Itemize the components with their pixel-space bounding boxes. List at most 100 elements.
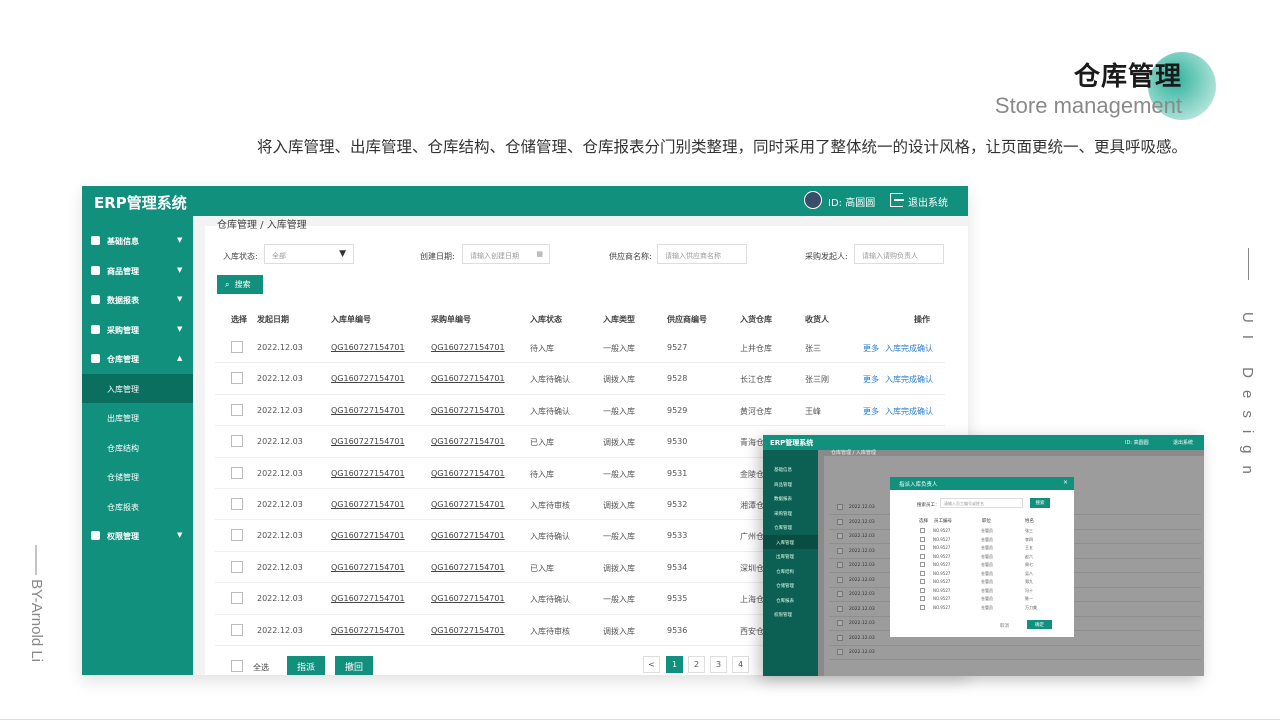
modal-row-checkbox[interactable] (920, 528, 925, 533)
supplier-input[interactable]: 请输入供应商名称 (657, 244, 747, 264)
modal-cell-name: 赵六 (1025, 553, 1033, 559)
modal-search-input[interactable]: 请输入员工编号或姓名 (940, 498, 1023, 508)
modal-cell-role: 仓管员 (981, 579, 993, 584)
cell-in-no[interactable]: QG160727154701 (331, 626, 405, 635)
cell-in-no[interactable]: QG160727154701 (331, 594, 405, 603)
page-button[interactable]: 4 (732, 656, 749, 673)
modal-row-checkbox[interactable] (920, 553, 925, 559)
preview-row-checkbox (837, 504, 843, 510)
modal-cell-id: NO.9527 (933, 536, 951, 542)
cell-po-no[interactable]: QG160727154701 (431, 594, 505, 603)
modal-search-button[interactable]: 搜索 (1030, 498, 1050, 508)
modal-row-checkbox[interactable] (920, 545, 925, 550)
close-icon[interactable]: × (1063, 479, 1068, 486)
modal-confirm-button[interactable]: 确定 (1027, 620, 1052, 629)
page-button[interactable]: 2 (688, 656, 705, 673)
modal-row-checkbox[interactable] (920, 536, 925, 542)
sidebar-subitem-inbound[interactable]: 入库管理 (82, 373, 193, 403)
cell-in-no[interactable]: QG160727154701 (331, 500, 405, 509)
row-checkbox[interactable] (231, 435, 243, 448)
prev-page-button[interactable]: < (643, 656, 660, 673)
modal-row-checkbox[interactable] (920, 579, 925, 584)
page-button[interactable]: 1 (666, 656, 683, 673)
preview-user: ID: 高圆圆 (1125, 440, 1149, 446)
row-checkbox[interactable] (231, 560, 243, 573)
cell-type: 一般入库 (603, 595, 635, 605)
sidebar-item-permissions[interactable]: 权限管理 ▼ (82, 521, 193, 551)
cell-in-no[interactable]: QG160727154701 (331, 531, 405, 540)
cell-po-no[interactable]: QG160727154701 (431, 626, 505, 635)
cell-type: 一般入库 (603, 406, 635, 416)
row-checkbox[interactable] (231, 372, 243, 385)
modal-row-checkbox[interactable] (920, 562, 925, 567)
sidebar-item-warehouse[interactable]: 仓库管理 ▲ (82, 344, 193, 374)
row-checkbox[interactable] (231, 403, 243, 416)
cell-action[interactable]: 入库完成确认 (885, 406, 933, 417)
sidebar-subitem-storage[interactable]: 仓储管理 (82, 462, 193, 492)
avatar[interactable] (804, 191, 822, 209)
initiator-input[interactable]: 请输入请购负责人 (854, 244, 944, 264)
cell-in-no[interactable]: QG160727154701 (331, 563, 405, 572)
preview-row-checkbox (837, 634, 843, 641)
modal-row-checkbox[interactable] (920, 596, 925, 601)
row-checkbox[interactable] (231, 592, 243, 605)
cell-more[interactable]: 更多 (863, 374, 879, 385)
modal-row-checkbox[interactable] (920, 604, 925, 610)
revoke-button[interactable]: 撤回 (335, 656, 373, 675)
search-button[interactable]: ⌕ 搜索 (217, 275, 263, 294)
cell-po-no[interactable]: QG160727154701 (431, 563, 505, 572)
calendar-icon: ▦ (536, 250, 543, 258)
status-select[interactable]: 全部 ▼ (264, 244, 354, 264)
page-button[interactable]: 3 (710, 656, 727, 673)
cell-action[interactable]: 入库完成确认 (885, 343, 933, 354)
modal-row-checkbox[interactable] (920, 587, 925, 593)
sidebar-item-products[interactable]: 商品管理 ▼ (82, 256, 193, 286)
row-checkbox[interactable] (231, 341, 243, 353)
row-checkbox[interactable] (231, 623, 243, 636)
sidebar-item-purchase[interactable]: 采购管理 ▼ (82, 315, 193, 345)
sidebar-subitem-report[interactable]: 仓库报表 (82, 492, 193, 522)
assign-button[interactable]: 指派 (287, 656, 325, 675)
modal-title: 指派入库负责人 (899, 482, 938, 488)
row-checkbox[interactable] (231, 529, 243, 542)
sidebar-item-basic-info[interactable]: 基础信息 ▼ (82, 226, 193, 256)
row-checkbox[interactable] (231, 466, 243, 479)
cell-more[interactable]: 更多 (863, 406, 879, 417)
date-input[interactable]: 请输入创建日期 ▦ (462, 244, 550, 264)
modal-table-row: NO.9527 仓管员 周七 (919, 561, 1049, 569)
initiator-input-placeholder: 请输入请购负责人 (862, 252, 918, 260)
cell-po-no[interactable]: QG160727154701 (431, 531, 505, 540)
modal-cancel-button[interactable]: 取消 (1000, 623, 1009, 629)
sidebar-subitem-structure[interactable]: 仓库结构 (82, 433, 193, 463)
logout-button[interactable]: 退出系统 (908, 194, 948, 209)
cell-po-no[interactable]: QG160727154701 (431, 500, 505, 509)
date-input-placeholder: 请输入创建日期 (470, 252, 519, 260)
preview-row-checkbox (837, 576, 843, 583)
logout-icon[interactable] (890, 193, 904, 207)
cell-in-no[interactable]: QG160727154701 (331, 437, 405, 446)
sidebar-subitem-outbound[interactable]: 出库管理 (82, 403, 193, 433)
preview-cell-date: 2022.12.03 (849, 621, 875, 626)
cell-po-no[interactable]: QG160727154701 (431, 437, 505, 446)
cell-in-no[interactable]: QG160727154701 (331, 343, 405, 352)
column-header: 采购单编号 (431, 315, 471, 324)
cell-in-no[interactable]: QG160727154701 (331, 374, 405, 383)
cell-more[interactable]: 更多 (863, 343, 879, 354)
modal-row-checkbox[interactable] (920, 570, 925, 576)
cell-in-no[interactable]: QG160727154701 (331, 469, 405, 478)
app-brand: ERP管理系统 (94, 194, 187, 212)
column-header: 收货人 (805, 315, 829, 324)
select-all-checkbox[interactable] (231, 660, 243, 672)
cell-warehouse: 上井仓库 (740, 344, 772, 353)
row-checkbox[interactable] (231, 498, 243, 510)
cell-po-no[interactable]: QG160727154701 (431, 343, 505, 352)
preview-menu-item: 基础信息 (774, 468, 792, 473)
modal-table-row: NO.9527 仓管员 赵六 (919, 553, 1049, 561)
cell-po-no[interactable]: QG160727154701 (431, 374, 505, 383)
sidebar-item-reports[interactable]: 数据报表 ▼ (82, 285, 193, 315)
cell-type: 调拨入库 (603, 438, 635, 448)
cell-action[interactable]: 入库完成确认 (885, 374, 933, 385)
cell-po-no[interactable]: QG160727154701 (431, 469, 505, 478)
cell-po-no[interactable]: QG160727154701 (431, 406, 505, 415)
cell-in-no[interactable]: QG160727154701 (331, 406, 405, 415)
